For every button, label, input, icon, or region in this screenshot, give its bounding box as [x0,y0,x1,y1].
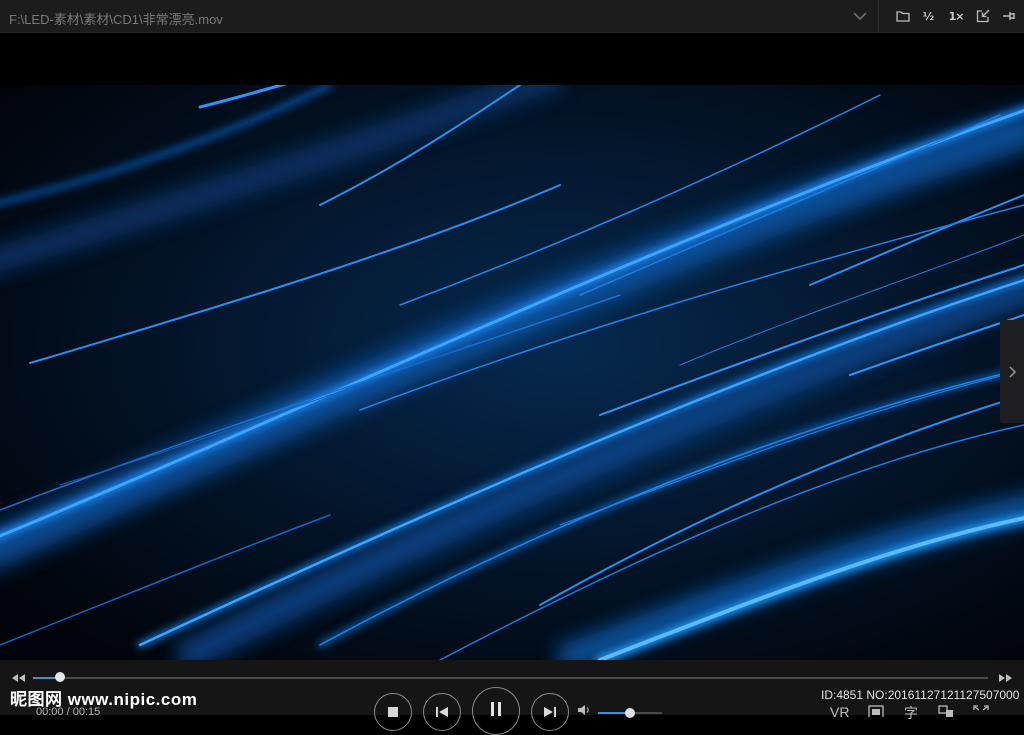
chevron-down-icon[interactable] [851,8,869,24]
subtitle-button[interactable]: 字 [904,703,918,721]
side-panel-toggle[interactable] [1000,320,1024,423]
rewind-icon[interactable] [10,671,26,683]
file-path-title: F:\LED-素材\素材\CD1\非常漂亮.mov [9,12,223,27]
time-separator: / [63,706,73,718]
pause-button[interactable] [472,687,520,735]
export-icon[interactable] [973,6,993,26]
total-time: 00:15 [72,706,101,718]
light-streaks-image [0,85,1024,660]
seek-bar[interactable] [33,677,988,679]
title-divider [878,0,879,32]
stop-button[interactable] [374,693,412,731]
vr-button[interactable]: VR [830,704,849,720]
window-mode-icon[interactable] [868,705,884,719]
previous-icon [436,707,448,717]
chevron-right-icon [1009,365,1017,378]
current-time: 00:00 [36,706,64,718]
title-bar: F:\LED-素材\素材\CD1\非常漂亮.mov ½ 1× [0,0,1024,33]
next-button[interactable] [531,693,569,731]
folder-icon[interactable] [893,6,913,26]
time-readout: 00:00 / 00:15 [36,706,100,718]
stop-icon [388,707,398,717]
watermark-id: ID:4851 NO:20161127121127507000 [821,688,1020,702]
speed-button[interactable]: 1× [946,6,966,26]
pin-icon[interactable] [999,6,1019,26]
seek-thumb[interactable] [55,672,65,682]
mini-mode-icon[interactable] [938,705,954,717]
previous-button[interactable] [423,693,461,731]
volume-thumb[interactable] [625,708,635,718]
half-size-button[interactable]: ½ [918,6,938,26]
fullscreen-icon[interactable] [973,705,989,717]
video-frame[interactable] [0,85,1024,660]
next-icon [544,707,556,717]
fast-forward-icon[interactable] [998,671,1014,683]
